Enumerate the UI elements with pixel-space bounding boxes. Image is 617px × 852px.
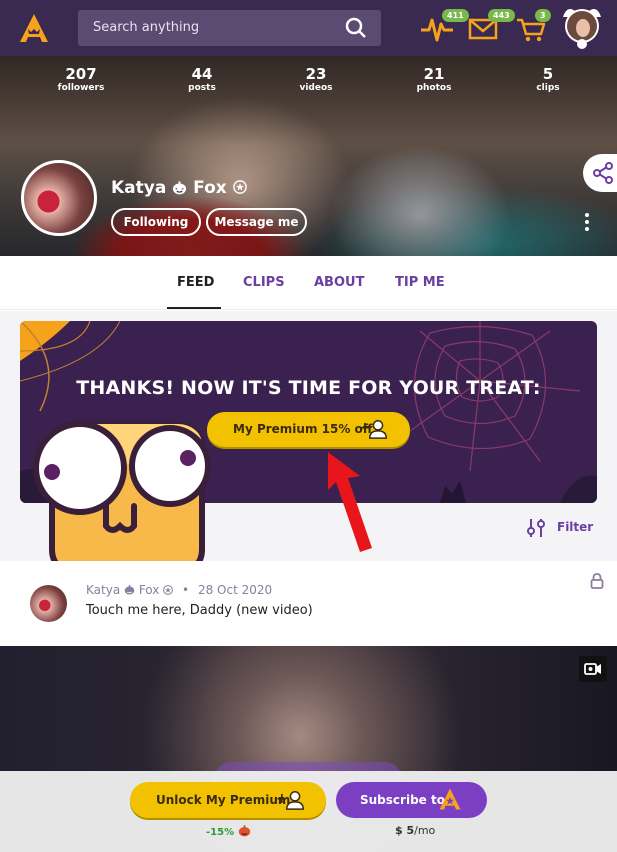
activity-button[interactable]: 411 <box>420 9 469 44</box>
top-bar: Search anything 411 443 3 <box>0 0 617 56</box>
post-meta-separator: • <box>182 583 190 597</box>
subscribe-label: Subscribe to <box>360 793 445 807</box>
filter-button[interactable]: Filter <box>525 517 593 539</box>
search-input[interactable]: Search anything <box>93 20 199 35</box>
stat-value: 21 <box>423 65 445 83</box>
mascot-sticker-icon <box>33 421 211 577</box>
stat-value: 44 <box>191 65 213 83</box>
bottom-action-bar: Unlock My Premium + Subscribe to -15% $ … <box>0 771 617 852</box>
stat-value: 207 <box>65 65 97 83</box>
stat-followers[interactable]: 207 followers <box>41 66 121 94</box>
stat-label: videos <box>299 83 333 93</box>
filter-sliders-icon <box>527 519 545 537</box>
discount-value: -15% <box>206 827 235 838</box>
profile-cover: 207 followers 44 posts 23 videos 21 phot… <box>0 56 617 256</box>
message-me-button[interactable]: Message me <box>206 208 307 236</box>
search-icon[interactable] <box>345 17 367 39</box>
stat-label: clips <box>536 83 560 93</box>
stat-videos[interactable]: 23 videos <box>276 66 356 94</box>
active-tab-indicator <box>167 307 221 309</box>
profile-tabs: FEED CLIPS ABOUT TIP ME <box>0 256 617 310</box>
promo-title: THANKS! NOW IT'S TIME FOR YOUR TREAT: <box>76 377 541 399</box>
site-logo-star-icon <box>439 788 461 810</box>
profile-name: Katya Fox <box>111 178 247 198</box>
add-user-icon <box>369 420 387 439</box>
user-avatar[interactable] <box>561 3 603 51</box>
unlock-premium-button[interactable]: Unlock My Premium + <box>130 782 326 818</box>
feed-post: Katya Fox • 28 Oct 2020 Touch me here, D… <box>0 561 617 646</box>
filter-label: Filter <box>557 520 594 534</box>
post-meta: Katya Fox • 28 Oct 2020 <box>86 583 272 597</box>
stat-posts[interactable]: 44 posts <box>162 66 242 94</box>
stat-clips[interactable]: 5 clips <box>508 66 588 94</box>
pumpkin-icon <box>238 825 250 837</box>
stat-value: 5 <box>542 65 554 83</box>
profile-first-name: Katya <box>111 178 167 198</box>
profile-last-name: Fox <box>193 178 227 198</box>
tab-clips[interactable]: CLIPS <box>243 275 285 290</box>
share-button[interactable] <box>583 154 617 192</box>
stat-label: followers <box>57 83 105 93</box>
post-author-avatar[interactable] <box>30 585 67 622</box>
verified-star-icon <box>163 585 174 595</box>
subscribe-button[interactable]: Subscribe to <box>336 782 487 818</box>
post-author-last-name[interactable]: Fox <box>139 583 160 597</box>
cart-badge: 3 <box>535 9 551 22</box>
tab-feed[interactable]: FEED <box>177 275 214 290</box>
share-icon <box>593 162 613 184</box>
discount-label: -15% <box>206 824 251 838</box>
search-bar[interactable]: Search anything <box>78 10 381 46</box>
stat-label: posts <box>188 83 216 93</box>
pumpkin-icon <box>124 585 135 595</box>
post-text: Touch me here, Daddy (new video) <box>86 603 313 618</box>
video-camera-icon <box>584 663 601 675</box>
cart-button[interactable]: 3 <box>516 9 551 44</box>
site-logo-icon[interactable] <box>18 12 50 44</box>
premium-discount-button[interactable]: My Premium 15% off + <box>207 412 410 447</box>
video-type-badge <box>579 656 607 682</box>
post-author-name[interactable]: Katya <box>86 583 120 597</box>
tab-tip-me[interactable]: TIP ME <box>395 275 445 290</box>
post-date: 28 Oct 2020 <box>197 583 273 597</box>
activity-badge: 411 <box>442 9 469 22</box>
red-arrow-icon <box>328 452 372 552</box>
lock-icon <box>590 573 604 589</box>
unlock-premium-label: Unlock My Premium <box>156 793 291 807</box>
tab-about[interactable]: ABOUT <box>314 275 364 290</box>
more-options-icon[interactable] <box>583 212 591 232</box>
messages-badge: 443 <box>488 9 515 22</box>
verified-star-icon <box>232 180 247 194</box>
subscription-price: $ 5/mo <box>395 824 435 837</box>
premium-discount-label: My Premium 15% off <box>233 422 373 436</box>
messages-button[interactable]: 443 <box>468 9 515 44</box>
profile-avatar[interactable] <box>21 160 97 236</box>
price-amount: $ 5 <box>395 824 415 837</box>
stat-value: 23 <box>305 65 327 83</box>
stat-label: photos <box>416 83 452 93</box>
add-user-icon <box>286 791 304 810</box>
pumpkin-icon <box>173 181 187 195</box>
following-button[interactable]: Following <box>111 208 201 236</box>
stat-photos[interactable]: 21 photos <box>394 66 474 94</box>
price-period: /mo <box>414 824 436 837</box>
